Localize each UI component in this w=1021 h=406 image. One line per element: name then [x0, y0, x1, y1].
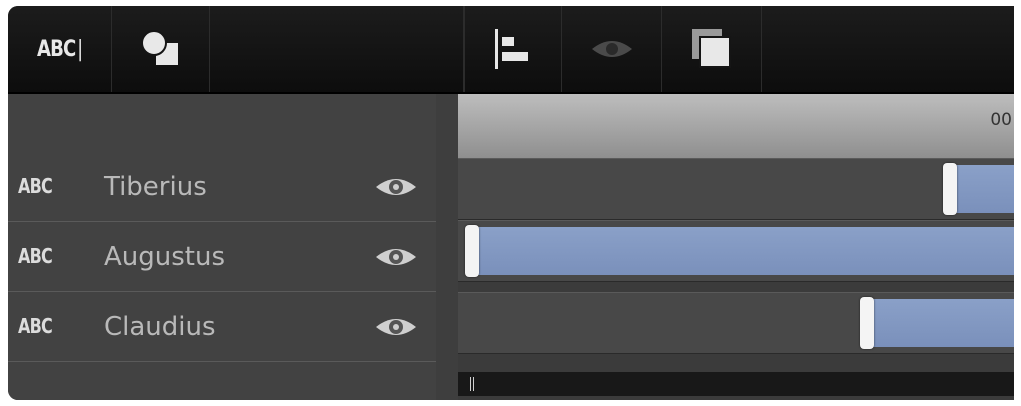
- eye-icon[interactable]: [374, 244, 418, 274]
- eye-icon: [591, 41, 632, 57]
- scrollbar-grip[interactable]: [470, 377, 474, 391]
- abc-text-icon: ABC: [18, 174, 53, 198]
- abc-text-icon: ABC|: [36, 36, 83, 62]
- layer-row[interactable]: ABC Tiberius: [8, 152, 436, 222]
- layer-name: Augustus: [104, 242, 226, 272]
- shapes-icon: [140, 30, 178, 65]
- clip-start-handle[interactable]: [943, 163, 957, 215]
- visibility-button[interactable]: [562, 6, 662, 92]
- timeline-track: [458, 220, 1014, 282]
- abc-text-icon: ABC: [18, 314, 53, 338]
- layer-panel: ABC Tiberius ABC Augustus ABC Claudius: [8, 94, 436, 400]
- layer-clip[interactable]: [469, 227, 1014, 275]
- layer-name: Tiberius: [104, 172, 207, 202]
- clip-start-handle[interactable]: [860, 297, 874, 349]
- layer-row[interactable]: ABC Augustus: [8, 222, 436, 292]
- time-ruler[interactable]: 00: [458, 94, 1014, 158]
- eye-icon[interactable]: [374, 314, 418, 344]
- timeline-track: [458, 292, 1014, 354]
- align-button[interactable]: [464, 6, 562, 92]
- timeline-window: ABC| ABC Tiberius ABC Augustus ABC Claud…: [8, 6, 1014, 400]
- ruler-time-label: 00: [990, 110, 1012, 130]
- toolbar: ABC|: [8, 6, 1014, 94]
- layer-clip[interactable]: [864, 299, 1014, 347]
- timeline-scrollbar[interactable]: [458, 372, 1014, 396]
- layer-row[interactable]: ABC Claudius: [8, 292, 436, 362]
- panel-splitter[interactable]: [436, 94, 458, 400]
- copy-icon: [691, 29, 731, 68]
- toolbar-spacer: [210, 6, 464, 92]
- clip-start-handle[interactable]: [465, 225, 479, 277]
- shapes-tool-button[interactable]: [112, 6, 210, 92]
- text-tool-button[interactable]: ABC|: [8, 6, 112, 92]
- duplicate-button[interactable]: [662, 6, 762, 92]
- timeline-track: [458, 158, 1014, 220]
- align-left-icon: [495, 29, 528, 69]
- layer-clip[interactable]: [947, 165, 1014, 213]
- layer-name: Claudius: [104, 312, 216, 342]
- abc-text-icon: ABC: [18, 244, 53, 268]
- eye-icon[interactable]: [374, 174, 418, 204]
